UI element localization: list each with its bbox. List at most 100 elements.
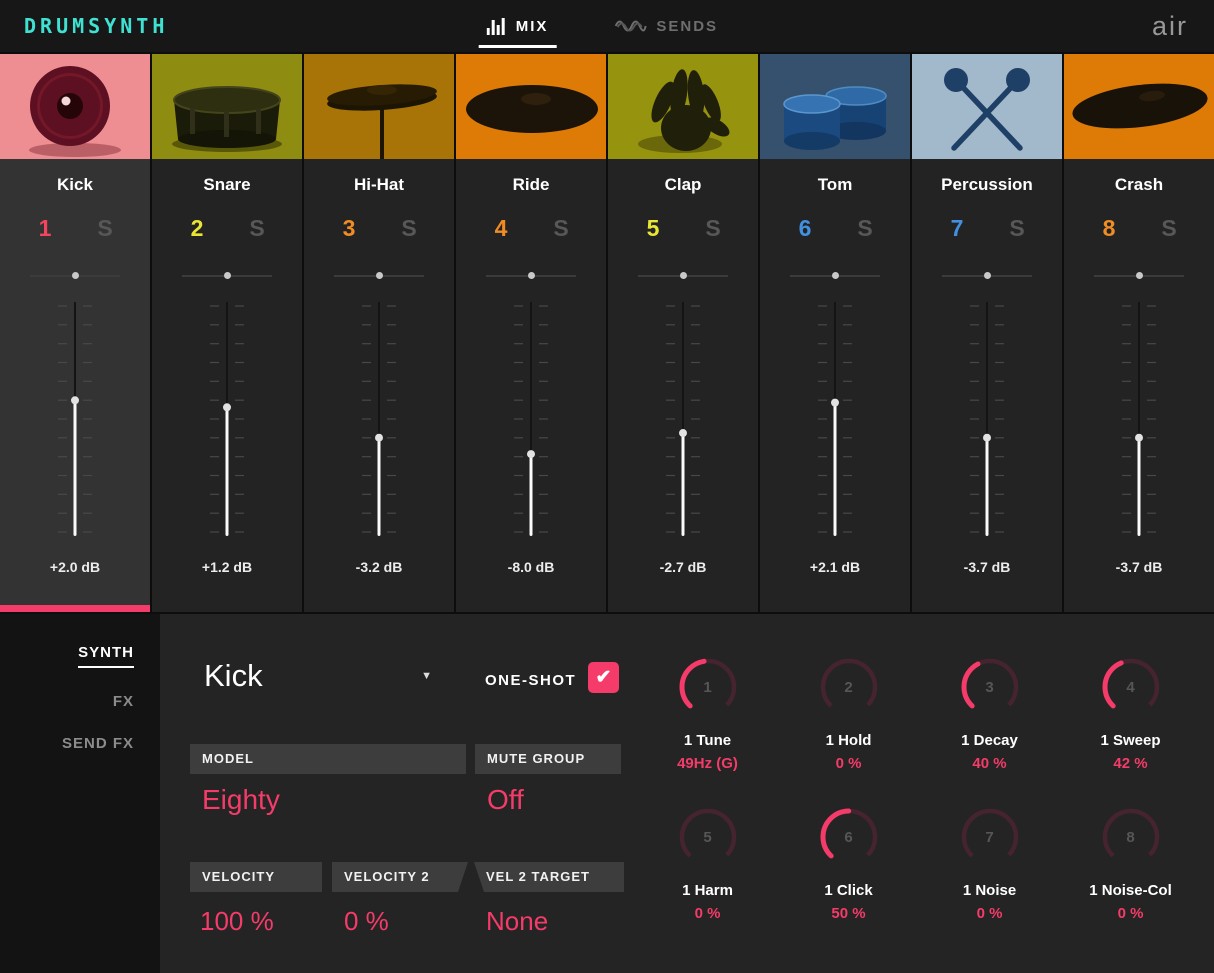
channel-strip-ride[interactable]: Ride 4 S -8.0 dB bbox=[456, 54, 606, 612]
volume-fader[interactable] bbox=[1117, 300, 1161, 543]
pan-slider[interactable] bbox=[1094, 272, 1184, 280]
solo-button[interactable]: S bbox=[1156, 215, 1182, 242]
volume-fader[interactable] bbox=[661, 300, 705, 543]
knob-1-noise[interactable]: 7 bbox=[957, 804, 1023, 870]
solo-button[interactable]: S bbox=[244, 215, 270, 242]
channel-name: Snare bbox=[203, 175, 251, 194]
knob-1-noise-col[interactable]: 8 bbox=[1098, 804, 1164, 870]
volume-fader[interactable] bbox=[965, 300, 1009, 543]
channel-strip-snare[interactable]: Snare 2 S +1.2 dB bbox=[152, 54, 302, 612]
channel-strip-clap[interactable]: Clap 5 S -2.7 dB bbox=[608, 54, 758, 612]
snare-thumbnail[interactable] bbox=[152, 54, 302, 159]
one-shot-checkbox[interactable]: ✔ bbox=[588, 662, 619, 693]
knob-1-tune[interactable]: 1 bbox=[675, 654, 741, 720]
pan-slider[interactable] bbox=[638, 272, 728, 280]
channel-strip-percussion[interactable]: Percussion 7 S -3.7 dB bbox=[912, 54, 1062, 612]
clap-thumbnail[interactable] bbox=[608, 54, 758, 159]
solo-button[interactable]: S bbox=[548, 215, 574, 242]
knob-number: 8 bbox=[1126, 828, 1135, 846]
sidebar-item-fx[interactable]: FX bbox=[0, 693, 160, 710]
percussion-thumbnail[interactable] bbox=[912, 54, 1062, 159]
app-logo: DRUMSYNTH bbox=[24, 14, 169, 38]
knob-number: 5 bbox=[703, 828, 712, 846]
chevron-down-icon: ▼ bbox=[421, 670, 432, 682]
pan-handle[interactable] bbox=[375, 272, 383, 279]
hihat-thumbnail[interactable] bbox=[304, 54, 454, 159]
mix-bars-icon bbox=[486, 17, 505, 35]
volume-fader[interactable] bbox=[357, 300, 401, 543]
pan-slider[interactable] bbox=[334, 272, 424, 280]
synth-panel: Kick ▼ ONE-SHOT ✔ MODEL Eighty MUTE GROU… bbox=[160, 614, 1214, 973]
volume-value: +2.1 dB bbox=[809, 559, 861, 575]
knob-value: 0 % bbox=[1117, 905, 1144, 922]
tom-thumbnail[interactable] bbox=[760, 54, 910, 159]
velocity2-field-header: VELOCITY 2 bbox=[332, 862, 468, 892]
solo-button[interactable]: S bbox=[1004, 215, 1030, 242]
knob-1-sweep[interactable]: 4 bbox=[1098, 654, 1164, 720]
pan-handle[interactable] bbox=[831, 272, 839, 279]
model-field-header: MODEL bbox=[190, 744, 466, 774]
pan-handle[interactable] bbox=[71, 272, 79, 279]
pan-handle[interactable] bbox=[679, 272, 687, 279]
solo-button[interactable]: S bbox=[92, 215, 118, 242]
knob-value: 0 % bbox=[694, 905, 721, 922]
velocity-value[interactable]: 100 % bbox=[200, 906, 274, 937]
pan-handle[interactable] bbox=[983, 272, 991, 279]
vel2-target-field-header: VEL 2 TARGET bbox=[474, 862, 624, 892]
knob-cell-1-tune: 1 1 Tune 49Hz (G) bbox=[637, 654, 778, 772]
solo-button[interactable]: S bbox=[700, 215, 726, 242]
channel-name: Tom bbox=[817, 175, 853, 194]
air-brand-logo: air bbox=[1151, 10, 1188, 41]
pan-handle[interactable] bbox=[223, 272, 231, 279]
preset-name: Kick bbox=[204, 658, 263, 693]
volume-fader[interactable] bbox=[509, 300, 553, 543]
channel-name: Hi-Hat bbox=[353, 175, 405, 194]
knob-number: 2 bbox=[844, 678, 853, 696]
volume-fader[interactable] bbox=[53, 300, 97, 543]
channel-strip-tom[interactable]: Tom 6 S +2.1 dB bbox=[760, 54, 910, 612]
pan-handle[interactable] bbox=[1135, 272, 1143, 279]
channel-number-row: 5S bbox=[640, 215, 726, 242]
velocity-field-header: VELOCITY bbox=[190, 862, 322, 892]
knob-1-hold[interactable]: 2 bbox=[816, 654, 882, 720]
vel2-target-value[interactable]: None bbox=[486, 906, 548, 937]
sidebar-item-synth[interactable]: SYNTH bbox=[0, 644, 160, 668]
volume-value: -3.2 dB bbox=[355, 559, 403, 575]
preset-dropdown[interactable]: Kick ▼ bbox=[204, 658, 432, 694]
channel-strip-hi-hat[interactable]: Hi-Hat 3 S -3.2 dB bbox=[304, 54, 454, 612]
pan-slider[interactable] bbox=[182, 272, 272, 280]
channel-name: Percussion bbox=[941, 175, 1033, 194]
pan-slider[interactable] bbox=[790, 272, 880, 280]
pan-slider[interactable] bbox=[30, 272, 120, 280]
pan-handle[interactable] bbox=[527, 272, 535, 279]
model-value[interactable]: Eighty bbox=[202, 784, 280, 816]
crash-thumbnail[interactable] bbox=[1064, 54, 1214, 159]
tab-sends-label: SENDS bbox=[656, 17, 719, 35]
solo-button[interactable]: S bbox=[852, 215, 878, 242]
volume-value: -2.7 dB bbox=[659, 559, 707, 575]
knob-label: 1 Decay bbox=[961, 732, 1018, 749]
volume-fader[interactable] bbox=[205, 300, 249, 543]
knob-1-click[interactable]: 6 bbox=[816, 804, 882, 870]
pan-slider[interactable] bbox=[942, 272, 1032, 280]
mute-group-value[interactable]: Off bbox=[487, 784, 524, 816]
tab-mix[interactable]: MIX bbox=[478, 0, 556, 52]
knob-label: 1 Hold bbox=[825, 732, 872, 749]
volume-fader[interactable] bbox=[813, 300, 857, 543]
tab-sends[interactable]: SENDS bbox=[614, 0, 718, 52]
drumsynth-window: DRUMSYNTH MIX SENDS air Kick 1 S +2.0 dB… bbox=[0, 0, 1214, 973]
channel-strips: Kick 1 S +2.0 dB Snare 2 S +1.2 dB Hi-Hat 3 S -3.2 … bbox=[0, 54, 1214, 612]
channel-strip-crash[interactable]: Crash 8 S -3.7 dB bbox=[1064, 54, 1214, 612]
knob-1-decay[interactable]: 3 bbox=[957, 654, 1023, 720]
channel-strip-kick[interactable]: Kick 1 S +2.0 dB bbox=[0, 54, 150, 612]
channel-number-row: 2S bbox=[184, 215, 270, 242]
pan-slider[interactable] bbox=[486, 272, 576, 280]
velocity2-value[interactable]: 0 % bbox=[344, 906, 389, 937]
kick-thumbnail[interactable] bbox=[0, 54, 150, 159]
channel-number-row: 1S bbox=[32, 215, 118, 242]
solo-button[interactable]: S bbox=[396, 215, 422, 242]
ride-thumbnail[interactable] bbox=[456, 54, 606, 159]
knob-1-harm[interactable]: 5 bbox=[675, 804, 741, 870]
sidebar-item-send-fx[interactable]: SEND FX bbox=[0, 735, 160, 752]
header: DRUMSYNTH MIX SENDS air bbox=[0, 0, 1214, 52]
